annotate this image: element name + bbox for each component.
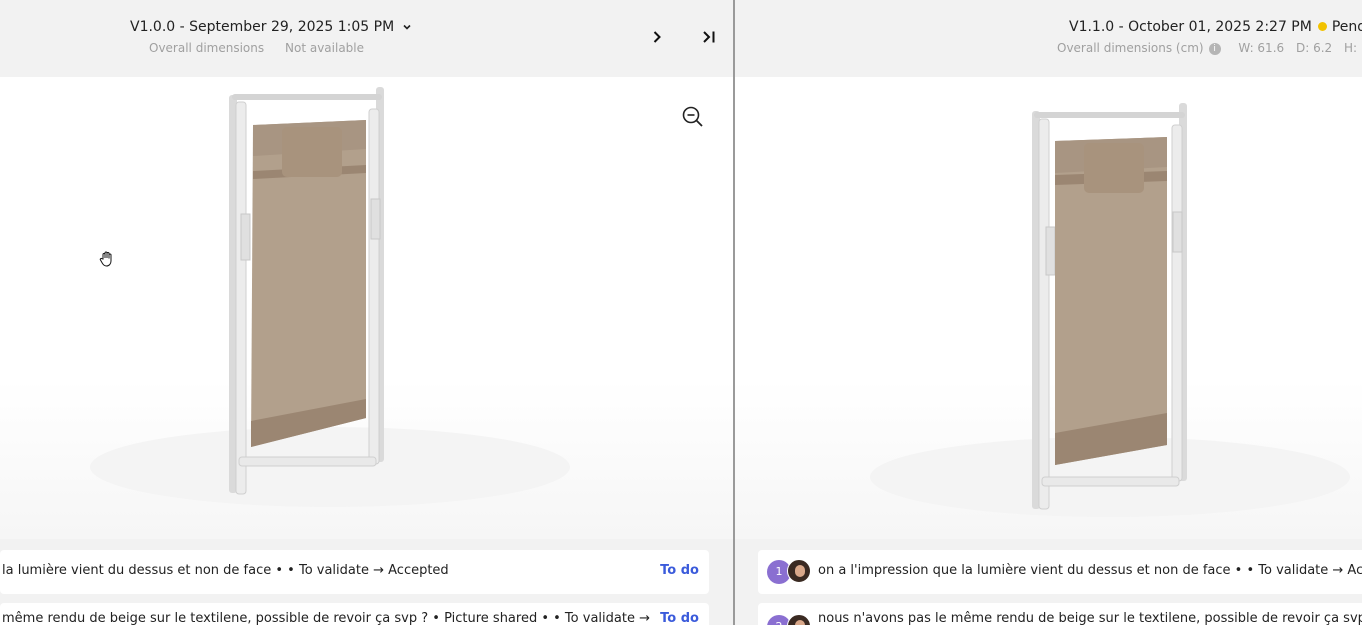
dimension-height: H: 130.5 bbox=[1344, 41, 1362, 55]
comment-status-todo[interactable]: To do bbox=[660, 563, 699, 578]
comment-text: la lumière vient du dessus et non de fac… bbox=[2, 563, 449, 578]
right-version-label: V1.1.0 - October 01, 2025 2:27 PM bbox=[1069, 19, 1312, 35]
chevron-down-icon bbox=[403, 24, 411, 30]
comment-text: même rendu de beige sur le textilene, po… bbox=[2, 611, 650, 625]
left-version-pane: V1.0.0 - September 29, 2025 1:05 PM Over… bbox=[0, 0, 733, 625]
zoom-out-icon bbox=[682, 106, 703, 127]
right-comments-list: 1 on a l'impression que la lumière vient… bbox=[735, 539, 1362, 625]
comment-text: on a l'impression que la lumière vient d… bbox=[818, 563, 1362, 578]
right-version-header: V1.1.0 - October 01, 2025 2:27 PM Pending… bbox=[735, 0, 1362, 77]
left-comments-list: la lumière vient du dessus et non de fac… bbox=[0, 539, 733, 625]
left-version-label: V1.0.0 - September 29, 2025 1:05 PM bbox=[130, 19, 395, 35]
comment-status-todo[interactable]: To do bbox=[660, 611, 699, 625]
left-dimensions-label: Overall dimensions bbox=[149, 41, 265, 55]
left-version-header: V1.0.0 - September 29, 2025 1:05 PM Over… bbox=[0, 0, 733, 77]
info-icon[interactable]: i bbox=[1208, 42, 1221, 55]
hand-cursor-icon bbox=[99, 251, 112, 267]
skip-to-end-icon bbox=[703, 31, 715, 43]
comment-card[interactable]: 2 nous n'avons pas le même rendu de beig… bbox=[758, 603, 1362, 625]
right-version-selector[interactable]: V1.1.0 - October 01, 2025 2:27 PM Pending bbox=[1069, 19, 1362, 35]
comment-card[interactable]: la lumière vient du dessus et non de fac… bbox=[0, 550, 709, 594]
right-dimensions: Overall dimensions (cm) i W: 61.6 D: 6.2 … bbox=[1057, 41, 1362, 55]
left-dimensions-value: Not available bbox=[285, 41, 365, 55]
dimension-width: W: 61.6 bbox=[1238, 41, 1285, 55]
right-3d-viewer[interactable] bbox=[735, 77, 1362, 539]
dimension-depth: D: 6.2 bbox=[1295, 41, 1333, 55]
status-pending-label: Pending bbox=[1331, 19, 1362, 35]
next-version-button[interactable] bbox=[646, 26, 668, 48]
right-dimensions-label: Overall dimensions (cm) bbox=[1057, 41, 1204, 55]
deck-chair-render bbox=[90, 87, 570, 507]
left-version-selector[interactable]: V1.0.0 - September 29, 2025 1:05 PM bbox=[130, 19, 412, 35]
last-version-button[interactable] bbox=[698, 26, 720, 48]
avatar bbox=[787, 614, 811, 625]
left-3d-viewer[interactable] bbox=[0, 77, 733, 539]
right-version-pane: V1.1.0 - October 01, 2025 2:27 PM Pending… bbox=[735, 0, 1362, 625]
pending-status-dot bbox=[1317, 21, 1327, 31]
comment-card[interactable]: même rendu de beige sur le textilene, po… bbox=[0, 603, 709, 625]
zoom-out-button[interactable] bbox=[681, 105, 705, 129]
comment-text: nous n'avons pas le même rendu de beige … bbox=[818, 611, 1362, 625]
chevron-right-icon bbox=[653, 31, 661, 43]
comment-card[interactable]: 1 on a l'impression que la lumière vient… bbox=[758, 550, 1362, 594]
deck-chair-render bbox=[870, 103, 1350, 517]
avatar bbox=[787, 559, 811, 583]
